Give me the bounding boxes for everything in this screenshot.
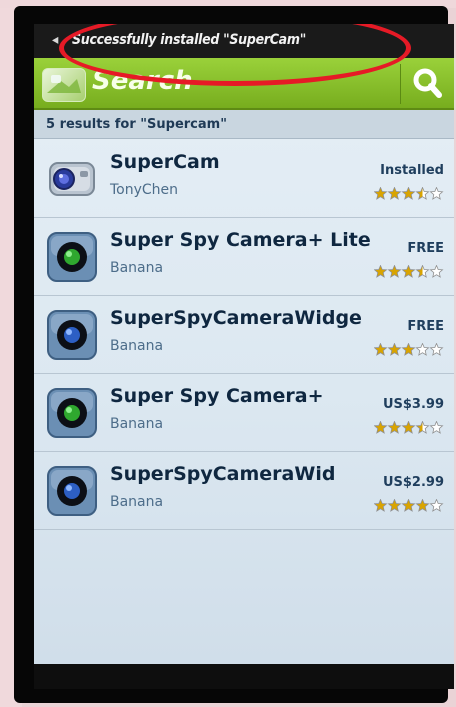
blue-lens-icon	[46, 465, 98, 517]
back-arrow-icon: ◂	[52, 32, 59, 48]
developer-name: Banana	[110, 494, 164, 510]
rating-stars-icon	[373, 263, 444, 278]
developer-name: Banana	[110, 416, 164, 432]
app-name: SuperSpyCameraWidge	[110, 307, 362, 329]
search-divider	[400, 64, 401, 104]
result-row[interactable]: Super Spy Camera+ Banana US$3.99	[34, 375, 454, 452]
rating-stars-icon	[373, 341, 444, 356]
bottom-bezel	[34, 664, 454, 689]
developer-name: Banana	[110, 338, 164, 354]
developer-name: Banana	[110, 260, 164, 276]
magnifier-icon	[413, 68, 442, 98]
result-row[interactable]: Super Spy Camera+ Lite Banana FREE	[34, 219, 454, 296]
result-row[interactable]: SuperCam TonyChen Installed	[34, 141, 454, 218]
result-row[interactable]: SuperSpyCameraWid Banana US$2.99	[34, 453, 454, 530]
rating-stars-icon	[373, 497, 444, 512]
rating-stars-icon	[373, 185, 444, 200]
blue-lens-icon	[46, 309, 98, 361]
phone-frame: ◂ Successfully installed "SuperCam" Sear…	[14, 6, 454, 703]
developer-name: TonyChen	[110, 182, 179, 198]
green-lens-icon	[46, 231, 98, 283]
app-price: US$3.99	[382, 397, 444, 412]
app-price: FREE	[407, 319, 444, 334]
phone-screen: ◂ Successfully installed "SuperCam" Sear…	[34, 24, 454, 689]
results-summary-bar: 5 results for "Supercam"	[34, 110, 454, 139]
app-name: SuperCam	[110, 151, 220, 173]
app-price: FREE	[407, 241, 444, 256]
results-summary: 5 results for "Supercam"	[46, 117, 227, 132]
camcorder-icon	[46, 153, 98, 205]
app-price: US$2.99	[382, 475, 444, 490]
app-name: SuperSpyCameraWid	[110, 463, 336, 485]
app-name: Super Spy Camera+	[110, 385, 324, 407]
green-lens-icon	[46, 387, 98, 439]
app-name: Super Spy Camera+ Lite	[110, 229, 371, 251]
rating-stars-icon	[373, 419, 444, 434]
market-logo-icon[interactable]	[42, 68, 86, 102]
search-button[interactable]	[406, 62, 450, 104]
app-price: Installed	[380, 163, 444, 178]
result-row[interactable]: SuperSpyCameraWidge Banana FREE	[34, 297, 454, 374]
